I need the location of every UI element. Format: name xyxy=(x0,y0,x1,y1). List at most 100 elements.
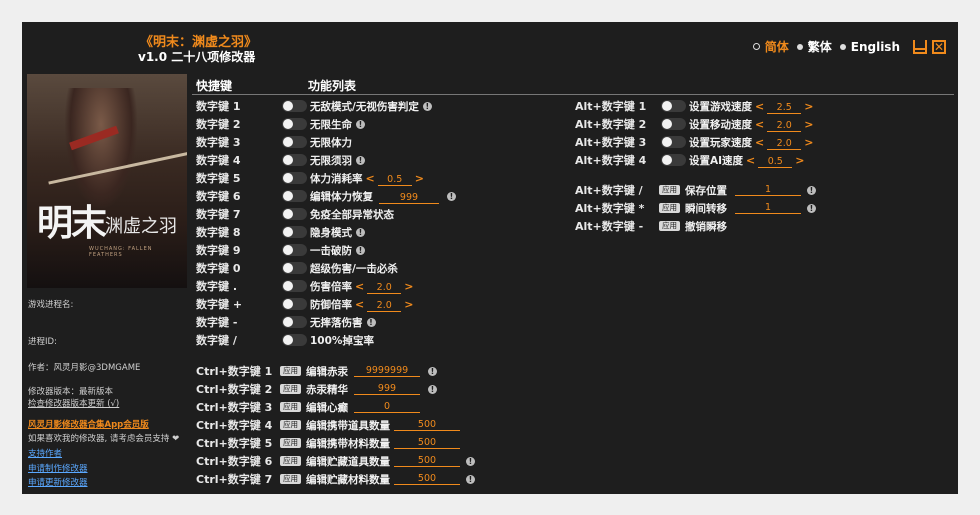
toggle-switch[interactable] xyxy=(661,100,686,112)
decrease-arrow-icon[interactable]: < xyxy=(363,172,378,185)
apply-button[interactable]: 应用 xyxy=(280,438,301,448)
value-field[interactable]: 2.0 xyxy=(767,138,802,150)
hotkey-label: Ctrl+数字键 2 xyxy=(196,383,273,396)
info-icon[interactable]: ! xyxy=(466,474,475,484)
cheat-row: Alt+数字键 2 设置移动速度 <2.0 > xyxy=(575,115,875,133)
cheat-func: 应用 赤汞精华 999! xyxy=(280,382,437,397)
value-field[interactable]: 2.0 xyxy=(367,282,402,294)
toggle-switch[interactable] xyxy=(282,280,307,292)
decrease-arrow-icon[interactable]: < xyxy=(743,154,758,167)
toggle-switch[interactable] xyxy=(661,154,686,166)
toggle-switch[interactable] xyxy=(282,226,307,238)
value-field[interactable]: 2.0 xyxy=(767,120,802,132)
decrease-arrow-icon[interactable]: < xyxy=(752,100,767,113)
cheat-label: 无限体力 xyxy=(310,136,352,149)
apply-button[interactable]: 应用 xyxy=(280,456,301,466)
lang-option-simplified[interactable]: 简体 xyxy=(752,38,789,55)
increase-arrow-icon[interactable]: > xyxy=(792,154,807,167)
increase-arrow-icon[interactable]: > xyxy=(801,100,816,113)
cheat-func: 应用 瞬间转移 1! xyxy=(659,201,816,216)
decrease-arrow-icon[interactable]: < xyxy=(352,298,367,311)
increase-arrow-icon[interactable]: > xyxy=(801,118,816,131)
info-icon[interactable]: ! xyxy=(356,228,365,237)
cheat-func: 应用 撤销瞬移 xyxy=(659,219,727,234)
info-icon[interactable]: ! xyxy=(807,185,816,195)
increase-arrow-icon[interactable]: > xyxy=(801,136,816,149)
apply-button[interactable]: 应用 xyxy=(280,384,301,394)
info-icon[interactable]: ! xyxy=(356,120,365,129)
value-field[interactable]: 500 xyxy=(394,473,460,485)
info-icon[interactable]: ! xyxy=(447,192,456,201)
value-field[interactable]: 1 xyxy=(735,202,801,214)
cheat-label: 编辑贮藏道具数量 xyxy=(306,455,390,468)
hotkey-label: 数字键 3 xyxy=(196,136,241,149)
toggle-switch[interactable] xyxy=(282,316,307,328)
info-icon[interactable]: ! xyxy=(356,156,365,165)
decrease-arrow-icon[interactable]: < xyxy=(352,280,367,293)
toggle-switch[interactable] xyxy=(282,154,307,166)
toggle-switch[interactable] xyxy=(661,118,686,130)
cheat-func: 应用 编辑携带道具数量 500 xyxy=(280,418,460,433)
info-icon[interactable]: ! xyxy=(422,102,432,111)
apply-button[interactable]: 应用 xyxy=(659,203,680,213)
cheat-label: 防御倍率 xyxy=(310,298,352,311)
toggle-switch[interactable] xyxy=(282,118,307,130)
apply-button[interactable]: 应用 xyxy=(659,221,680,231)
apply-button[interactable]: 应用 xyxy=(280,402,301,412)
value-field[interactable]: 500 xyxy=(394,419,460,431)
apply-button[interactable]: 应用 xyxy=(659,185,680,195)
cheat-func: 应用 保存位置 1! xyxy=(659,183,816,198)
toggle-switch[interactable] xyxy=(282,244,307,256)
value-field[interactable]: 500 xyxy=(394,455,460,467)
toggle-switch[interactable] xyxy=(282,334,307,346)
apply-button[interactable]: 应用 xyxy=(280,366,301,376)
value-field[interactable]: 999 xyxy=(379,192,439,204)
decrease-arrow-icon[interactable]: < xyxy=(752,136,767,149)
close-icon[interactable]: ✕ xyxy=(932,39,946,54)
apply-button[interactable]: 应用 xyxy=(280,474,301,484)
cheat-func: 无限生命! xyxy=(310,117,365,132)
toggle-switch[interactable] xyxy=(282,100,307,112)
hotkey-label: Alt+数字键 4 xyxy=(575,154,647,167)
minimize-icon[interactable] xyxy=(913,39,927,54)
request-make-link[interactable]: 申请制作修改器 xyxy=(28,462,88,474)
value-field[interactable]: 500 xyxy=(394,437,460,449)
cheat-func: 应用 编辑携带材料数量 500 xyxy=(280,436,460,451)
increase-arrow-icon[interactable]: > xyxy=(401,280,416,293)
value-field[interactable]: 9999999 xyxy=(354,365,420,377)
toggle-switch[interactable] xyxy=(282,172,307,184)
support-author-link[interactable]: 支持作者 xyxy=(28,447,62,459)
info-icon[interactable]: ! xyxy=(807,203,816,213)
info-icon[interactable]: ! xyxy=(466,456,475,466)
value-field[interactable]: 0 xyxy=(354,401,420,413)
lang-option-english[interactable]: English xyxy=(839,40,900,54)
value-field[interactable]: 1 xyxy=(735,184,801,196)
cheat-row: Ctrl+数字键 1 应用 编辑赤汞 9999999! xyxy=(196,362,516,380)
app-promo-link[interactable]: 风灵月影修改器合集App会员版 xyxy=(28,418,149,430)
hotkey-label: 数字键 1 xyxy=(196,100,241,113)
toggle-switch[interactable] xyxy=(661,136,686,148)
value-field[interactable]: 0.5 xyxy=(377,174,412,186)
toggle-switch[interactable] xyxy=(282,262,307,274)
hotkey-label: 数字键 5 xyxy=(196,172,241,185)
value-field[interactable]: 999 xyxy=(354,383,420,395)
check-update-link[interactable]: 检查修改器版本更新 (√) xyxy=(28,397,119,409)
request-update-link[interactable]: 申请更新修改器 xyxy=(28,476,88,488)
info-icon[interactable]: ! xyxy=(428,366,437,376)
increase-arrow-icon[interactable]: > xyxy=(412,172,427,185)
toggle-switch[interactable] xyxy=(282,298,307,310)
info-icon[interactable]: ! xyxy=(356,246,365,255)
lang-option-traditional[interactable]: 繁体 xyxy=(796,38,832,55)
increase-arrow-icon[interactable]: > xyxy=(401,298,416,311)
value-field[interactable]: 2.0 xyxy=(367,300,402,312)
info-icon[interactable]: ! xyxy=(366,318,376,327)
process-id-label: 进程ID: xyxy=(28,337,57,347)
value-field[interactable]: 0.5 xyxy=(758,156,793,168)
toggle-switch[interactable] xyxy=(282,208,307,220)
info-icon[interactable]: ! xyxy=(428,384,437,394)
apply-button[interactable]: 应用 xyxy=(280,420,301,430)
decrease-arrow-icon[interactable]: < xyxy=(752,118,767,131)
value-field[interactable]: 2.5 xyxy=(767,102,802,114)
toggle-switch[interactable] xyxy=(282,190,307,202)
toggle-switch[interactable] xyxy=(282,136,307,148)
